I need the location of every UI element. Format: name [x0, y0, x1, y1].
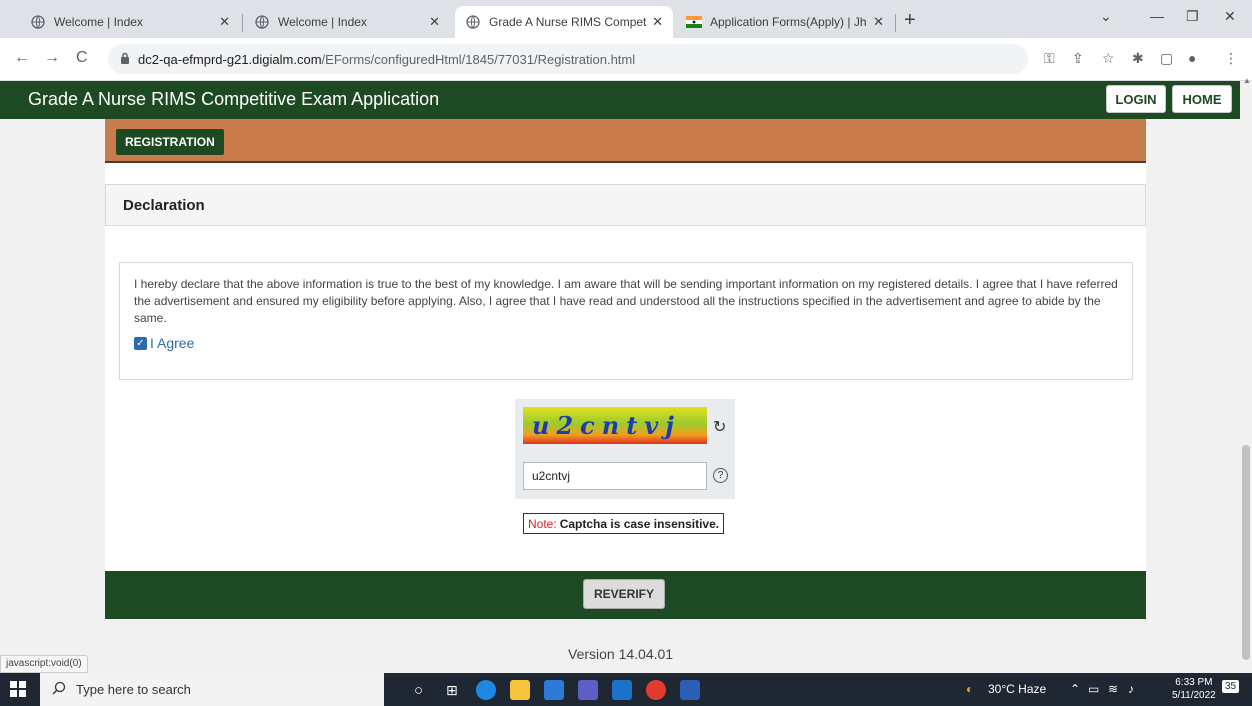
reverify-button[interactable]: REVERIFY — [583, 579, 665, 609]
app-title: Grade A Nurse RIMS Competitive Exam Appl… — [28, 89, 440, 109]
note-text: Captcha is case insensitive. — [559, 516, 720, 531]
checkbox-checked-icon[interactable]: ✓ — [134, 336, 147, 350]
captcha-image: u2cntvj — [523, 407, 707, 444]
registration-band: REGISTRATION — [105, 119, 1146, 163]
declaration-box: I hereby declare that the above informat… — [119, 262, 1133, 380]
notification-count-badge[interactable]: 35 — [1222, 680, 1240, 693]
windows-start-icon[interactable] — [10, 681, 26, 697]
declaration-heading: Declaration — [123, 197, 205, 214]
file-explorer-icon[interactable] — [510, 680, 530, 700]
declaration-text: I hereby declare that the above informat… — [134, 277, 1118, 325]
chevron-up-icon[interactable]: ⌃ — [1070, 682, 1080, 696]
extensions-puzzle-icon[interactable]: ✱ — [1132, 50, 1144, 67]
profile-avatar-icon[interactable]: ● — [1188, 50, 1196, 66]
taskbar-search-box[interactable]: Type here to search — [40, 673, 384, 706]
minimize-icon[interactable]: — — [1150, 8, 1164, 24]
microsoft-store-icon[interactable] — [544, 680, 564, 700]
bookmark-star-icon[interactable]: ☆ — [1102, 50, 1115, 67]
browser-menu-icon[interactable]: ⋮ — [1224, 50, 1238, 67]
task-view-icon[interactable]: ⊞ — [446, 682, 458, 699]
weather-text[interactable]: 30°C Haze — [988, 682, 1046, 696]
cortana-icon[interactable]: ○ — [414, 682, 423, 699]
weather-icon: ◐ — [966, 682, 974, 696]
close-icon[interactable]: ✕ — [873, 14, 884, 30]
window-close-icon[interactable]: ✕ — [1224, 8, 1236, 25]
browser-tab-strip: Welcome | Index ✕ Welcome | Index ✕ Grad… — [0, 0, 1252, 38]
search-icon — [52, 681, 66, 698]
help-question-icon[interactable]: ? — [713, 468, 728, 483]
tab-title: Grade A Nurse RIMS Competitive — [489, 15, 647, 29]
link-status-bar: javascript:void(0) — [0, 655, 88, 673]
registration-button[interactable]: REGISTRATION — [116, 129, 224, 155]
tab-divider — [242, 14, 243, 32]
tab-title: Application Forms(Apply) | Jharkh — [710, 15, 867, 29]
app-header: Grade A Nurse RIMS Competitive Exam Appl… — [0, 81, 1240, 119]
clock-time: 6:33 PM — [1175, 677, 1213, 688]
chrome-icon[interactable] — [646, 680, 666, 700]
url-field[interactable]: dc2-qa-efmprd-g21.digialm.com/EForms/con… — [108, 44, 1028, 74]
page-scrollbar-thumb[interactable] — [1242, 445, 1250, 660]
home-button[interactable]: HOME — [1172, 85, 1232, 113]
tab-search-icon[interactable]: ⌄ — [1100, 8, 1112, 25]
tab-title: Welcome | Index — [278, 15, 367, 29]
declaration-header: Declaration — [105, 184, 1146, 226]
login-button[interactable]: LOGIN — [1106, 85, 1166, 113]
outlook-icon[interactable] — [612, 680, 632, 700]
scroll-up-arrow-icon[interactable]: ▲ — [1243, 76, 1251, 85]
restore-icon[interactable]: ❐ — [1186, 8, 1199, 25]
browser-tab[interactable]: Welcome | Index ✕ — [20, 6, 240, 38]
word-icon[interactable] — [680, 680, 700, 700]
share-icon[interactable]: ⇪ — [1072, 50, 1084, 67]
close-icon[interactable]: ✕ — [219, 14, 230, 30]
india-flag-icon — [686, 14, 702, 30]
windows-taskbar: Type here to search ○ ⊞ ◐ 30°C Haze ⌃ ▭ … — [0, 673, 1252, 706]
tab-divider — [895, 14, 896, 32]
close-icon[interactable]: ✕ — [429, 14, 440, 30]
key-icon[interactable]: ⚿ — [1044, 50, 1055, 67]
form-footer-band: REVERIFY — [105, 571, 1146, 619]
forward-arrow-icon[interactable]: → — [44, 49, 60, 67]
refresh-captcha-icon[interactable]: ↻ — [713, 417, 726, 437]
browser-tab[interactable]: Application Forms(Apply) | Jharkh ✕ — [676, 6, 894, 38]
new-tab-icon[interactable]: + — [904, 10, 916, 30]
address-bar: ← → C dc2-qa-efmprd-g21.digialm.com/EFor… — [0, 38, 1252, 81]
close-icon[interactable]: ✕ — [652, 14, 663, 30]
captcha-input[interactable]: u2cntvj — [523, 462, 707, 490]
wifi-icon[interactable]: ≋ — [1108, 682, 1118, 696]
agree-label[interactable]: I Agree — [150, 335, 194, 351]
reload-icon[interactable]: C — [76, 49, 88, 67]
globe-icon — [465, 14, 481, 30]
lock-icon — [120, 52, 130, 67]
globe-icon — [30, 14, 46, 30]
side-panel-icon[interactable]: ▢ — [1160, 50, 1173, 67]
edge-browser-icon[interactable] — [476, 680, 496, 700]
version-text: Version 14.04.01 — [568, 646, 674, 662]
teams-icon[interactable] — [578, 680, 598, 700]
url-host: dc2-qa-efmprd-g21.digialm.com — [138, 51, 322, 67]
clock-date: 5/11/2022 — [1172, 690, 1216, 701]
battery-icon[interactable]: ▭ — [1088, 682, 1099, 696]
agree-checkbox-row[interactable]: ✓ I Agree — [134, 335, 1118, 351]
back-arrow-icon[interactable]: ← — [14, 49, 30, 67]
url-path: /EForms/configuredHtml/1845/77031/Regist… — [321, 51, 636, 67]
taskbar-search-placeholder: Type here to search — [76, 682, 191, 697]
browser-tab-active[interactable]: Grade A Nurse RIMS Competitive ✕ — [455, 6, 673, 38]
volume-icon[interactable]: ♪ — [1128, 682, 1134, 696]
registration-card: REGISTRATION Declaration I hereby declar… — [105, 119, 1146, 619]
tab-title: Welcome | Index — [54, 15, 143, 29]
captcha-note: Note: Captcha is case insensitive. — [523, 513, 725, 534]
captcha-panel: u2cntvj ↻ u2cntvj ? — [515, 399, 735, 499]
globe-icon — [254, 14, 270, 30]
browser-tab[interactable]: Welcome | Index ✕ — [244, 6, 450, 38]
note-label: Note: — [528, 516, 557, 531]
taskbar-clock[interactable]: 6:33 PM 5/11/2022 — [1172, 676, 1216, 702]
